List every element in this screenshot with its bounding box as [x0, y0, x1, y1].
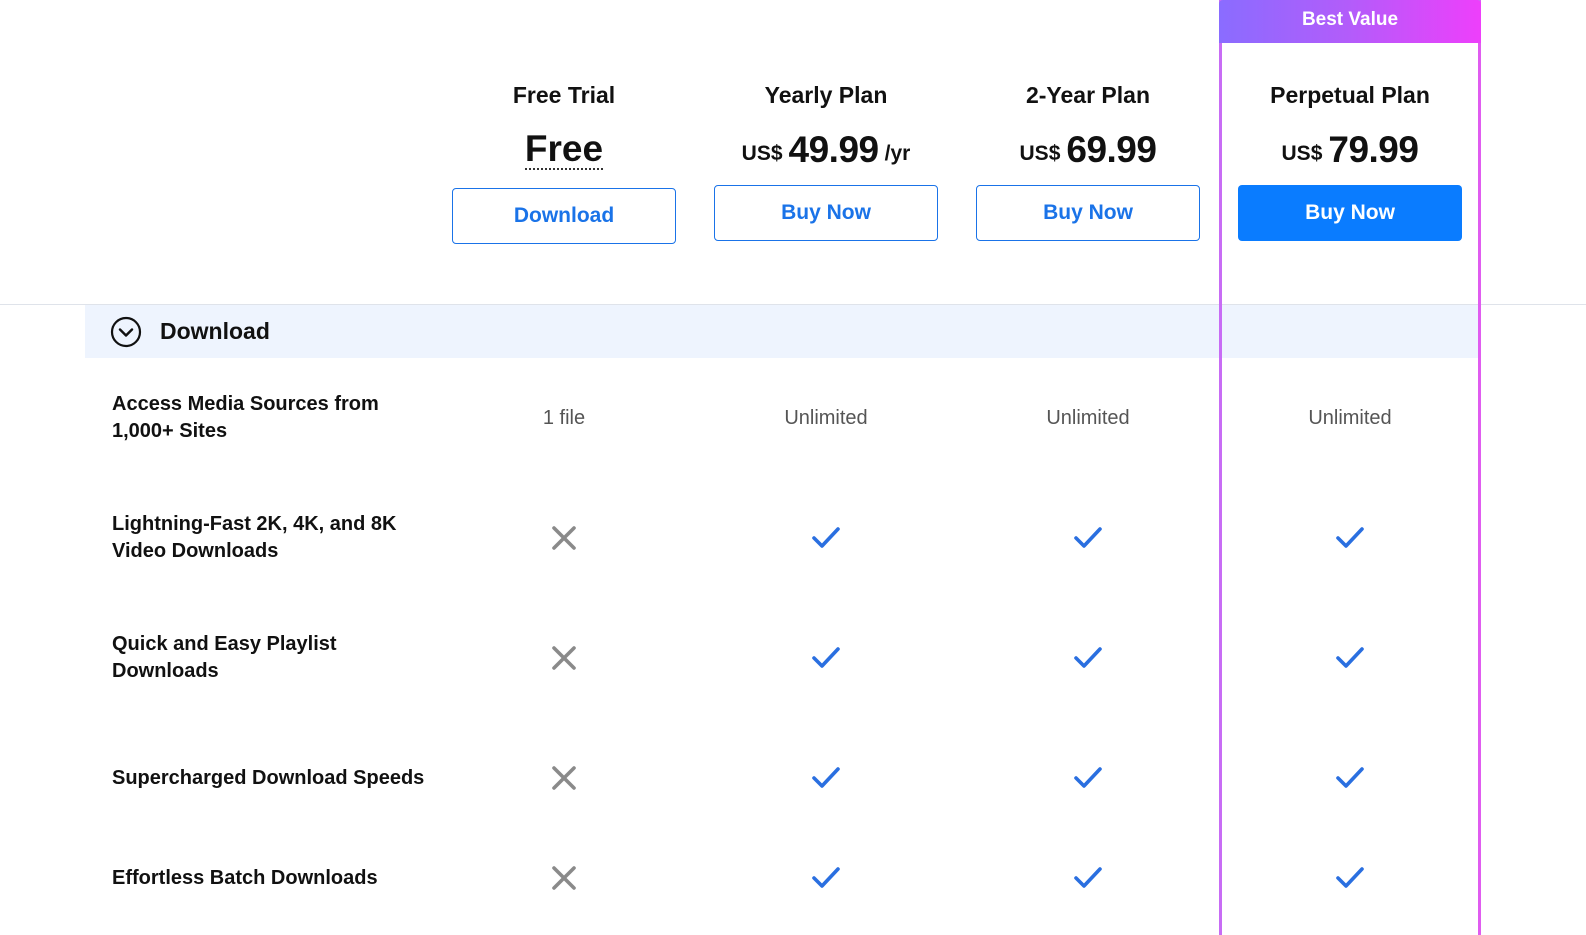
feature-label: Supercharged Download Speeds — [112, 766, 425, 789]
cross-icon — [433, 478, 695, 598]
plan-yearly: Yearly Plan US$ 49.99 /yr Buy Now — [695, 75, 957, 241]
check-icon — [957, 478, 1219, 598]
cross-icon — [433, 718, 695, 838]
price-period: /yr — [884, 142, 911, 165]
plan-perpetual: Perpetual Plan US$ 79.99 Buy Now — [1219, 75, 1481, 241]
feature-row: Supercharged Download Speeds — [85, 718, 1481, 838]
cross-icon — [433, 838, 695, 918]
download-button[interactable]: Download — [452, 188, 676, 244]
buy-now-yearly-button[interactable]: Buy Now — [714, 185, 938, 241]
price-amount: 79.99 — [1328, 129, 1419, 170]
feature-label: Quick and Easy Playlist Downloads — [112, 633, 337, 682]
plan-name: Perpetual Plan — [1270, 82, 1430, 108]
plan-name: Free Trial — [512, 82, 616, 108]
check-icon — [957, 598, 1219, 718]
best-value-badge: Best Value — [1219, 0, 1481, 43]
price-currency: US$ — [1281, 142, 1323, 165]
feature-row: Lightning-Fast 2K, 4K, and 8K Video Down… — [85, 478, 1481, 598]
price-currency: US$ — [741, 142, 783, 165]
check-icon — [1219, 478, 1481, 598]
price-amount: 49.99 — [788, 129, 880, 170]
check-icon — [1219, 718, 1481, 838]
plan-2-year: 2-Year Plan US$ 69.99 Buy Now — [957, 75, 1219, 241]
feature-label: Lightning-Fast 2K, 4K, and 8K Video Down… — [112, 513, 397, 562]
check-icon — [695, 478, 957, 598]
buy-now-2-year-button[interactable]: Buy Now — [976, 185, 1200, 241]
section-download-toggle[interactable]: Download — [85, 305, 1481, 358]
value-text: Unlimited — [1308, 406, 1392, 429]
chevron-down-circle-icon — [110, 316, 142, 347]
price-currency: US$ — [1019, 142, 1061, 165]
feature-row: Quick and Easy Playlist Downloads — [85, 598, 1481, 718]
section-title: Download — [160, 318, 270, 344]
price-amount: 69.99 — [1066, 129, 1157, 170]
plan-price: US$ 69.99 — [957, 115, 1219, 185]
check-icon — [1219, 838, 1481, 918]
feature-label: Effortless Batch Downloads — [112, 866, 378, 889]
plan-price: Free — [433, 115, 695, 185]
check-icon — [695, 718, 957, 838]
feature-row: Access Media Sources from 1,000+ Sites 1… — [85, 358, 1481, 478]
buy-now-perpetual-button[interactable]: Buy Now — [1238, 185, 1462, 241]
feature-label: Access Media Sources from 1,000+ Sites — [112, 393, 379, 442]
check-icon — [1219, 598, 1481, 718]
check-icon — [957, 718, 1219, 838]
price-free[interactable]: Free — [524, 130, 604, 170]
feature-row: Effortless Batch Downloads — [85, 838, 1481, 935]
check-icon — [695, 598, 957, 718]
plan-price: US$ 79.99 — [1219, 115, 1481, 185]
plan-name: Yearly Plan — [764, 82, 888, 108]
check-icon — [957, 838, 1219, 918]
cross-icon — [433, 598, 695, 718]
plan-name: 2-Year Plan — [1025, 82, 1151, 108]
plan-free-trial: Free Trial Free Download — [433, 75, 695, 244]
value-text: Unlimited — [1046, 406, 1130, 429]
value-text: 1 file — [542, 406, 586, 429]
plan-price: US$ 49.99 /yr — [695, 115, 957, 185]
value-text: Unlimited — [784, 406, 868, 429]
check-icon — [695, 838, 957, 918]
